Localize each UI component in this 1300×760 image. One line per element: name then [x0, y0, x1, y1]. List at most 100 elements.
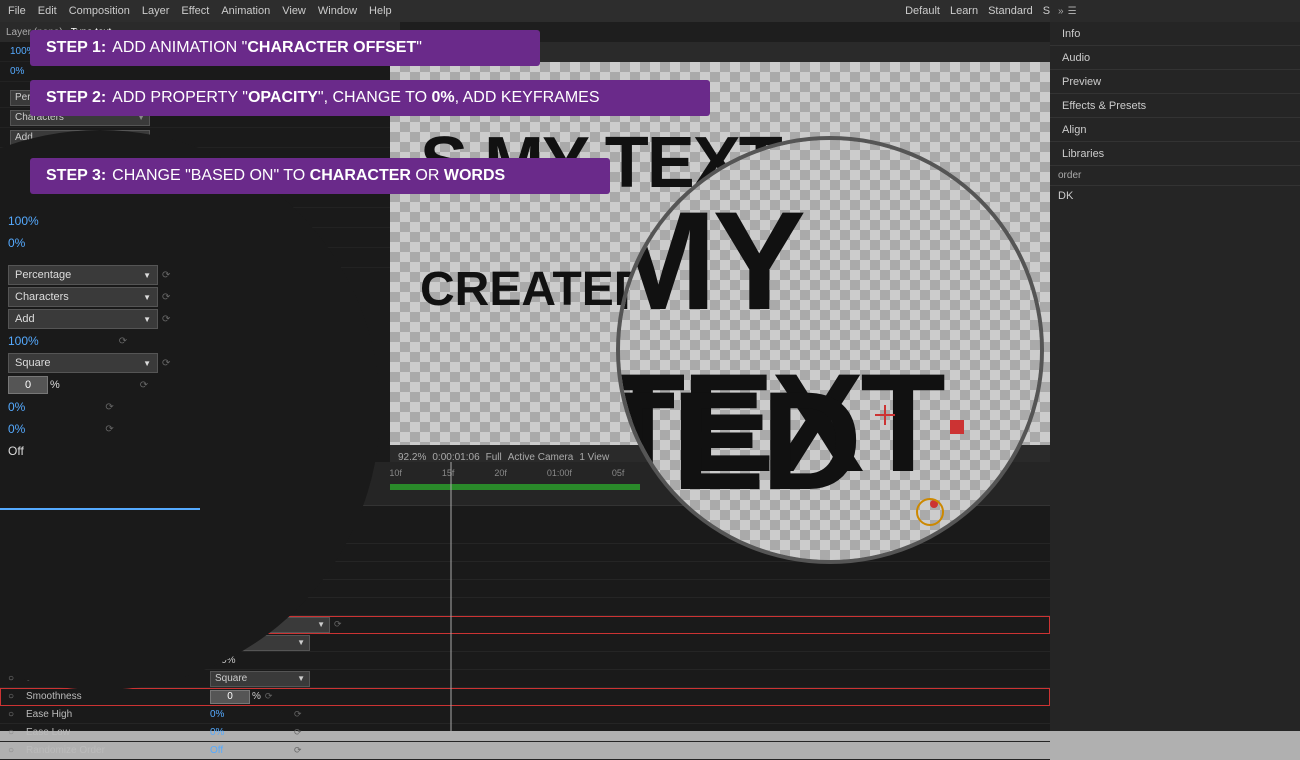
lc-pct-label: Percentage [15, 269, 71, 281]
lc-pct-suffix: % [50, 379, 60, 391]
lc-dropdown-square[interactable]: Square ▼ [8, 353, 158, 373]
timecode[interactable]: 0:00:01:06 [432, 452, 479, 463]
tl-prop-ease-high: ○ Ease High 0% ⟳ [0, 706, 1050, 724]
workspace-learn[interactable]: Learn [950, 5, 978, 17]
menu-window[interactable]: Window [318, 5, 357, 17]
right-panel-menu-icon[interactable]: ☰ [1068, 6, 1077, 17]
workspace-default[interactable]: Default [905, 5, 940, 17]
lc-0pct: 0% [8, 236, 25, 250]
dropdown-shape-label: Square [215, 673, 247, 684]
lc-dropdown-square-row[interactable]: Square ▼ ⟳ [0, 352, 380, 374]
smoothness-pct: % [252, 691, 261, 702]
panel-preview[interactable]: Preview [1050, 70, 1300, 94]
tl-prop-smoothness[interactable]: ○ Smoothness % ⟳ [0, 688, 1050, 706]
ae-interface: File Edit Composition Layer Effect Anima… [0, 0, 1300, 731]
lc-dropdown-add-row[interactable]: Add ▼ ⟳ [0, 308, 380, 330]
banner3-step: STEP 3: [46, 167, 106, 185]
chevron-mode: ▼ [297, 638, 305, 647]
lc-ease-low: 0% [8, 422, 25, 436]
lc-reset8: ⟳ [105, 424, 113, 435]
radio-randomize: ○ [0, 745, 10, 756]
tl-reset-icon-ease-low: ⟳ [294, 727, 302, 738]
zoom-orange-target [916, 498, 944, 526]
zoom-text-ted: TED FR [620, 360, 1040, 560]
tl-green-bar [390, 484, 640, 490]
lc-smoothness-input[interactable] [8, 376, 48, 394]
smoothness-tl-input[interactable] [210, 690, 250, 704]
banner1-step: STEP 1: [46, 39, 106, 57]
radio-ease-low: ○ [0, 727, 10, 738]
panel-effects-presets[interactable]: Effects & Presets [1050, 94, 1300, 118]
lc-dropdown-percentage[interactable]: Percentage ▼ [8, 265, 158, 285]
lc-dropdown-characters[interactable]: Characters ▼ [8, 287, 158, 307]
lc-add-label: Add [15, 313, 35, 325]
lc-square-label: Square [15, 357, 50, 369]
lc-off-row: Off [0, 440, 380, 462]
menu-layer[interactable]: Layer [142, 5, 170, 17]
lc-100pct-row: 100% ⟳ [0, 330, 380, 352]
lc-input-row[interactable]: % ⟳ [0, 374, 380, 396]
menu-file[interactable]: File [8, 5, 26, 17]
tl-reset-icon-randomize: ⟳ [294, 745, 302, 756]
banner3-text: CHANGE "BASED ON" TO CHARACTER OR WORDS [112, 167, 505, 185]
tl-reset-icon-ease-high: ⟳ [294, 709, 302, 720]
lc-dropdown-percentage-row[interactable]: Percentage ▼ ⟳ [0, 264, 380, 286]
lc-100-2: 100% [8, 334, 39, 348]
zoom-red-square [950, 420, 964, 434]
zoom-level[interactable]: 92.2% [398, 452, 426, 463]
tl-mark-4: 20f [494, 468, 507, 478]
lc-row-0: 0% [0, 232, 380, 254]
menu-view[interactable]: View [282, 5, 306, 17]
menu-animation[interactable]: Animation [221, 5, 270, 17]
left-circle-content: 100% 0% Percentage ▼ ⟳ Characters ▼ ⟳ [0, 210, 380, 462]
view-label[interactable]: 1 View [579, 452, 609, 463]
workspace-standard[interactable]: Standard [988, 5, 1033, 17]
prop-value-0pct[interactable]: 0% [10, 66, 24, 77]
zoom-cursor [875, 405, 895, 425]
lc-chevron1: ▼ [143, 271, 151, 280]
tl-prop-ease-low: ○ Ease Low 0% ⟳ [0, 724, 1050, 742]
banner2-opacity: OPACITY [248, 89, 318, 106]
tl-mark-5: 01:00f [547, 468, 572, 478]
lc-dropdown-add[interactable]: Add ▼ [8, 309, 158, 329]
lc-reset2: ⟳ [162, 292, 170, 303]
menu-effect[interactable]: Effect [181, 5, 209, 17]
tl-reset-icon-based-on: ⟳ [334, 619, 342, 630]
tl-prop-value-ease-high[interactable]: 0% [210, 709, 290, 720]
tl-prop-value-randomize[interactable]: Off [210, 745, 290, 756]
tl-prop-name-ease-high: Ease High [10, 709, 210, 720]
lc-chevron2: ▼ [143, 293, 151, 302]
menu-composition[interactable]: Composition [69, 5, 130, 17]
banner2-text: ADD PROPERTY "OPACITY", CHANGE TO 0%, AD… [112, 89, 599, 107]
tl-prop-randomize: ○ Randomize Order Off ⟳ [0, 742, 1050, 760]
panel-order-label: order [1058, 170, 1081, 181]
panel-info[interactable]: Info [1050, 22, 1300, 46]
panel-libraries[interactable]: Libraries [1050, 142, 1300, 166]
banner1-highlight: CHARACTER OFFSET [247, 39, 416, 56]
panel-audio[interactable]: Audio [1050, 46, 1300, 70]
tl-prop-name-smoothness: Smoothness [10, 691, 210, 702]
dk-label-row: DK [1050, 186, 1300, 206]
camera-label[interactable]: Active Camera [508, 452, 574, 463]
lc-chevron4: ▼ [143, 359, 151, 368]
lc-ease-low-row: 0% ⟳ [0, 418, 380, 440]
banner2-0pct: 0% [431, 89, 454, 106]
banner3-character: CHARACTER [310, 167, 411, 184]
menu-help[interactable]: Help [369, 5, 392, 17]
lc-ease-high-row: 0% ⟳ [0, 396, 380, 418]
banner-step3: STEP 3: CHANGE "BASED ON" TO CHARACTER O… [30, 158, 610, 194]
radio-ease-high: ○ [0, 709, 10, 720]
menu-edit[interactable]: Edit [38, 5, 57, 17]
lc-row-100: 100% [0, 210, 380, 232]
tl-mark-2: 10f [389, 468, 402, 478]
banner3-words: WORDS [444, 167, 505, 184]
lc-reset1: ⟳ [162, 270, 170, 281]
tl-prop-value-ease-low[interactable]: 0% [210, 727, 290, 738]
panel-align[interactable]: Align [1050, 118, 1300, 142]
dropdown-shape[interactable]: Square ▼ [210, 671, 310, 687]
resolution-label[interactable]: Full [486, 452, 502, 463]
banner1-text: ADD ANIMATION "CHARACTER OFFSET" [112, 39, 422, 57]
dk-label: DK [1058, 190, 1073, 202]
lc-dropdown-characters-row[interactable]: Characters ▼ ⟳ [0, 286, 380, 308]
lc-reset6: ⟳ [140, 380, 148, 391]
